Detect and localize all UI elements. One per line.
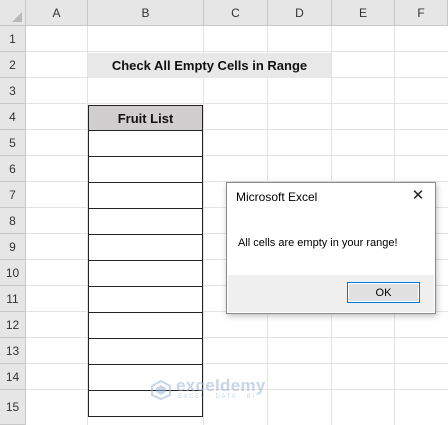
select-all-corner[interactable] <box>0 0 26 26</box>
ok-button[interactable]: OK <box>347 282 420 303</box>
message-box-dialog: Microsoft Excel ✕ All cells are empty in… <box>226 182 436 314</box>
dialog-title: Microsoft Excel <box>236 190 318 204</box>
row-header-7[interactable]: 7 <box>0 182 26 208</box>
column-header-f[interactable]: F <box>395 0 448 26</box>
column-header-a[interactable]: A <box>26 0 88 26</box>
column-header-c[interactable]: C <box>204 0 268 26</box>
row-header-2[interactable]: 2 <box>0 52 26 78</box>
close-icon[interactable]: ✕ <box>409 187 427 205</box>
spreadsheet: A B C D E F 1 2 3 4 5 6 7 8 9 10 11 12 1… <box>0 0 448 425</box>
gridline <box>203 26 204 425</box>
row-header-4[interactable]: 4 <box>0 104 26 130</box>
sheet-title-cell[interactable]: Check All Empty Cells in Range <box>88 53 331 78</box>
table-cell[interactable] <box>88 208 203 235</box>
watermark-tagline: EXCEL · DATA · BI <box>178 394 256 400</box>
table-cell[interactable] <box>88 260 203 287</box>
table-cell[interactable] <box>88 312 203 339</box>
row-header-3[interactable]: 3 <box>0 78 26 104</box>
table-cell[interactable] <box>88 182 203 209</box>
dialog-body: All cells are empty in your range! <box>228 216 434 276</box>
select-all-icon <box>12 12 22 22</box>
column-header-b[interactable]: B <box>88 0 204 26</box>
row-header-13[interactable]: 13 <box>0 338 26 364</box>
row-header-1[interactable]: 1 <box>0 26 26 52</box>
row-header-15[interactable]: 15 <box>0 390 26 425</box>
row-header-10[interactable]: 10 <box>0 260 26 286</box>
row-header-5[interactable]: 5 <box>0 130 26 156</box>
table-cell[interactable] <box>88 234 203 261</box>
row-header-14[interactable]: 14 <box>0 364 26 390</box>
exceldemy-logo-icon <box>151 379 171 400</box>
row-header-12[interactable]: 12 <box>0 312 26 338</box>
table-header-fruit-list[interactable]: Fruit List <box>88 105 203 131</box>
row-header-8[interactable]: 8 <box>0 208 26 234</box>
watermark-text: exceldemy EXCEL · DATA · BI <box>176 376 266 400</box>
gridline <box>26 51 448 52</box>
table-cell[interactable] <box>88 130 203 157</box>
column-header-d[interactable]: D <box>268 0 332 26</box>
dialog-message: All cells are empty in your range! <box>238 237 398 249</box>
exceldemy-watermark: exceldemy EXCEL · DATA · BI <box>150 376 266 400</box>
table-cell[interactable] <box>88 156 203 183</box>
gridline <box>26 103 448 104</box>
column-header-e[interactable]: E <box>332 0 395 26</box>
table-cell[interactable] <box>88 338 203 365</box>
row-header-6[interactable]: 6 <box>0 156 26 182</box>
table-cell[interactable] <box>88 286 203 313</box>
row-header-11[interactable]: 11 <box>0 286 26 312</box>
dialog-footer: OK <box>228 275 434 312</box>
watermark-name: exceldemy <box>176 376 266 395</box>
row-header-9[interactable]: 9 <box>0 234 26 260</box>
